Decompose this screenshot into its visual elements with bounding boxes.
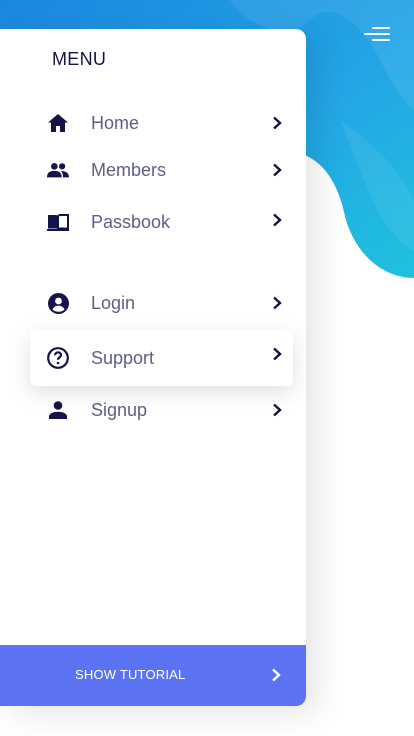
menu-item-label: Signup xyxy=(91,399,148,420)
menu-item-signup[interactable]: Signup xyxy=(30,383,293,437)
home-icon xyxy=(47,112,69,134)
person-icon xyxy=(47,399,69,421)
chevron-right-icon xyxy=(272,668,281,682)
menu-item-label: Members xyxy=(91,159,167,180)
menu-item-label: Passbook xyxy=(91,211,171,232)
menu-item-label: Login xyxy=(91,292,136,313)
menu-item-members[interactable]: Members xyxy=(30,143,293,197)
book-icon xyxy=(47,211,69,233)
hamburger-line xyxy=(372,27,390,29)
help-circle-icon xyxy=(47,347,69,369)
chevron-right-icon xyxy=(273,116,282,130)
hamburger-line xyxy=(372,39,390,41)
navigation-drawer: MENU Home Members Passbook Login Support… xyxy=(0,29,306,706)
menu-item-login[interactable]: Login xyxy=(30,276,293,330)
hamburger-icon[interactable] xyxy=(362,26,390,44)
chevron-right-icon xyxy=(273,163,282,177)
menu-item-home[interactable]: Home xyxy=(30,96,293,150)
chevron-right-icon xyxy=(273,403,282,417)
chevron-right-icon xyxy=(273,347,282,361)
people-icon xyxy=(47,159,69,181)
hamburger-line xyxy=(364,33,390,35)
menu-item-support[interactable]: Support xyxy=(30,330,293,386)
menu-title: MENU xyxy=(52,49,107,69)
chevron-right-icon xyxy=(273,213,282,227)
chevron-right-icon xyxy=(273,296,282,310)
menu-item-label: Support xyxy=(91,347,155,368)
menu-item-label: Home xyxy=(91,112,140,133)
account-circle-icon xyxy=(47,292,69,314)
show-tutorial-label: SHOW TUTORIAL xyxy=(75,667,186,682)
menu-item-passbook[interactable]: Passbook xyxy=(30,195,293,249)
show-tutorial-button[interactable]: SHOW TUTORIAL xyxy=(0,645,306,706)
